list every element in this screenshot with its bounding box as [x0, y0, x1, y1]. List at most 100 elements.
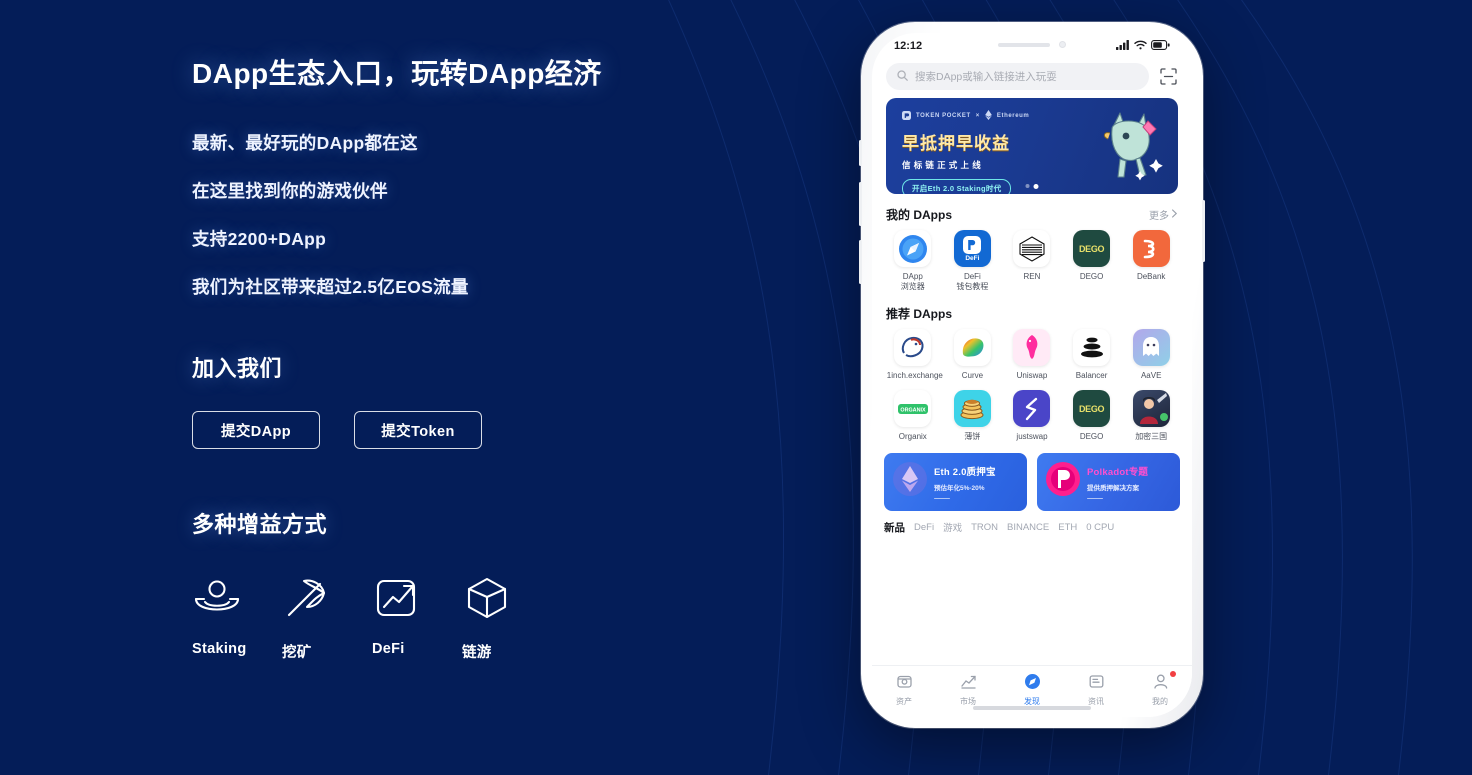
volume-down-button[interactable]: [859, 240, 862, 284]
svg-text:ORGANIX: ORGANIX: [900, 407, 926, 413]
list-item[interactable]: 1inch.exchange: [883, 328, 943, 381]
my-dapps-title: 我的 DApps: [886, 208, 953, 222]
list-item[interactable]: DEGO DEGO: [1062, 230, 1122, 293]
search-placeholder: 搜索DApp或输入链接进入玩耍: [915, 71, 1057, 83]
signal-icon: [1116, 39, 1130, 53]
category-tab-eth[interactable]: ETH: [1058, 522, 1077, 533]
phone-notch: [957, 33, 1107, 56]
chart-arrow-icon: [372, 575, 422, 621]
mute-switch[interactable]: [859, 140, 862, 166]
search-input[interactable]: 搜索DApp或输入链接进入玩耍: [886, 63, 1149, 90]
power-button[interactable]: [1202, 200, 1205, 262]
feature-staking[interactable]: Staking: [192, 575, 282, 662]
feature-defi[interactable]: DeFi: [372, 575, 462, 662]
organix-icon: ORGANIX: [894, 390, 932, 428]
app-label: 薄饼: [964, 432, 981, 442]
category-tab-zerocpu[interactable]: 0 CPU: [1086, 522, 1114, 533]
list-item[interactable]: DeBank: [1121, 230, 1181, 293]
banner-dot-active[interactable]: [1033, 184, 1039, 189]
recommend-title: 推荐 DApps: [886, 306, 953, 321]
oneinch-icon: [894, 328, 932, 366]
list-item[interactable]: AaVE: [1121, 328, 1181, 381]
promo-subtitle: 预估年化5%-20%: [934, 484, 985, 492]
search-icon: [897, 69, 908, 84]
promo-subtitle: 提供质押解决方案: [1087, 484, 1139, 492]
app-label: REN: [1023, 272, 1041, 281]
banner-title: 早抵押早收益: [902, 134, 1010, 153]
feature-mining[interactable]: 挖矿: [282, 575, 372, 662]
category-tab-games[interactable]: 游戏: [943, 520, 962, 534]
list-item: 我们为社区带来超过2.5亿EOS流量: [192, 277, 469, 297]
submit-token-button[interactable]: 提交Token: [354, 411, 482, 449]
tab-market[interactable]: 市场: [936, 673, 1000, 707]
list-item: 支持2200+DApp: [192, 229, 327, 249]
app-label: Organix: [898, 432, 927, 442]
balancer-icon: [1073, 328, 1111, 366]
category-tab-new[interactable]: 新品: [884, 520, 905, 535]
tab-label: 资讯: [1088, 697, 1104, 706]
list-item[interactable]: ORGANIX Organix: [883, 390, 943, 442]
tab-assets[interactable]: 资产: [872, 673, 936, 707]
list-item[interactable]: DApp 浏览器: [883, 230, 943, 293]
banner-brands: TOKEN POCKET × Ethereum: [902, 110, 1029, 122]
tab-label: 我的: [1152, 697, 1168, 706]
feature-label: DeFi: [372, 641, 405, 657]
my-dapps-more-link[interactable]: 更多: [1149, 207, 1178, 222]
list-item[interactable]: Uniswap: [1002, 328, 1062, 381]
scan-icon[interactable]: [1159, 67, 1178, 86]
category-tab-binance[interactable]: BINANCE: [1007, 522, 1049, 533]
tokenpocket-logo-icon: [902, 110, 911, 122]
list-item[interactable]: DEGO DEGO: [1062, 390, 1122, 442]
ren-icon: [1013, 230, 1051, 267]
cube-icon: [462, 575, 512, 621]
feature-label: Staking: [192, 641, 247, 657]
banner-brand-right: Ethereum: [996, 113, 1030, 119]
list-item[interactable]: REN: [1002, 230, 1062, 293]
dego-icon: DEGO: [1073, 230, 1111, 267]
submit-dapp-button[interactable]: 提交DApp: [192, 411, 320, 449]
phone-screen: 12:12 搜索DApp或输入链接进入玩耍 TOKEN POCKET × Eth…: [872, 33, 1192, 717]
eth-crystal-icon: [890, 459, 930, 504]
battery-icon: [1151, 39, 1170, 53]
list-item[interactable]: Curve: [943, 328, 1003, 381]
tab-discover[interactable]: 发现: [1000, 673, 1064, 707]
banner-subtitle: 信标链正式上线: [902, 160, 984, 170]
profile-icon: [1152, 673, 1169, 692]
feature-label: 挖矿: [282, 645, 312, 661]
list-item[interactable]: Balancer: [1062, 328, 1122, 381]
category-tab-defi[interactable]: DeFi: [914, 522, 934, 533]
banner-dots[interactable]: [1025, 184, 1039, 189]
eth-staking-promo-card[interactable]: Eth 2.0质押宝 预估年化5%-20%: [884, 452, 1027, 511]
notification-badge: [1170, 671, 1176, 677]
search-bar[interactable]: 搜索DApp或输入链接进入玩耍: [872, 59, 1192, 98]
phone-mockup: 12:12 搜索DApp或输入链接进入玩耍 TOKEN POCKET × Eth…: [859, 22, 1205, 728]
join-us-section: 加入我们 提交DApp 提交Token: [192, 351, 832, 449]
feature-chaingame[interactable]: 链游: [462, 575, 552, 662]
defi-tutorial-icon: DeFi: [953, 230, 991, 267]
tab-news[interactable]: 资讯: [1064, 673, 1128, 707]
list-item[interactable]: DeFi DeFi 钱包教程: [943, 230, 1003, 293]
promo-banner[interactable]: TOKEN POCKET × Ethereum 早抵押早收益 信标链正式上线 开…: [886, 98, 1178, 194]
promo-underline: [1087, 497, 1103, 500]
polkadot-promo-card[interactable]: Polkadot专题 提供质押解决方案: [1037, 452, 1180, 511]
boost-methods-section: 多种增益方式 Staking 挖矿 DeFi 链游: [192, 507, 832, 662]
home-indicator: [973, 706, 1091, 710]
boost-methods-title: 多种增益方式: [192, 512, 328, 537]
tab-profile[interactable]: 我的: [1128, 671, 1192, 707]
discover-compass-icon: [1024, 673, 1041, 692]
app-label: Curve: [961, 370, 984, 380]
banner-dot[interactable]: [1025, 184, 1030, 188]
curve-icon: [953, 328, 991, 366]
app-label: 1inch.exchange: [886, 370, 943, 380]
app-label: DEGO: [1079, 432, 1104, 442]
list-item: 在这里找到你的游戏伙伴: [192, 181, 388, 201]
list-item[interactable]: 加密三国: [1121, 390, 1181, 442]
join-us-title: 加入我们: [192, 356, 283, 381]
category-tab-tron[interactable]: TRON: [971, 522, 998, 533]
list-item[interactable]: justswap: [1002, 390, 1062, 442]
banner-content: TOKEN POCKET × Ethereum 早抵押早收益 信标链正式上线 开…: [902, 110, 1029, 194]
volume-up-button[interactable]: [859, 182, 862, 226]
earpiece-speaker: [998, 42, 1050, 47]
list-item[interactable]: 薄饼: [943, 390, 1003, 442]
app-label: DApp 浏览器: [900, 272, 925, 292]
